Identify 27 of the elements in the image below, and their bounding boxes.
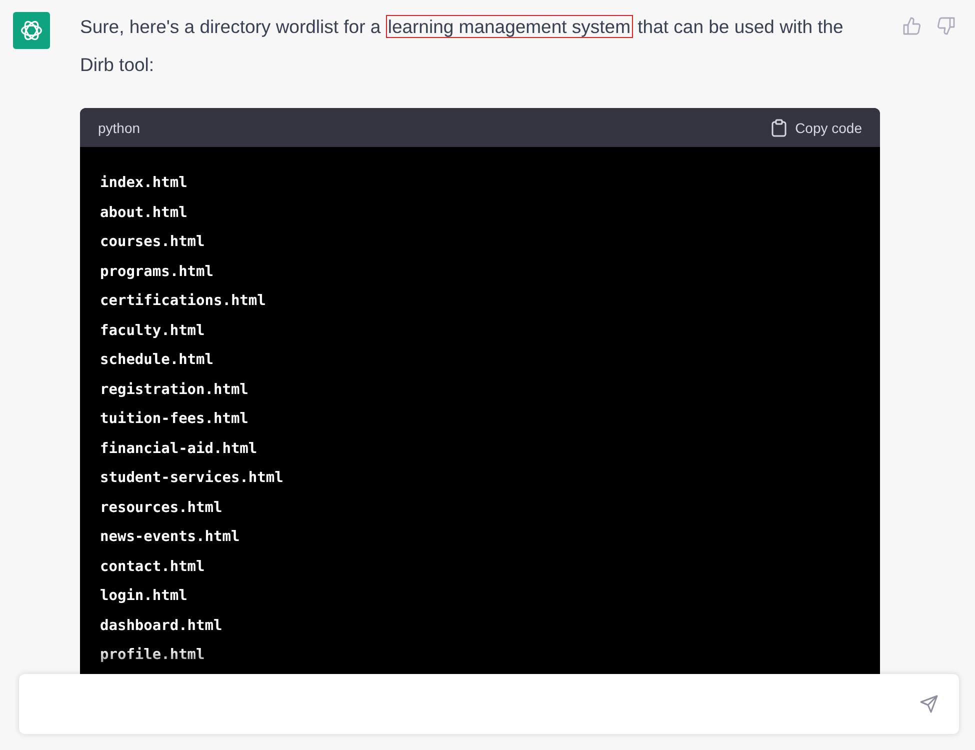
code-line: courses.html [100, 233, 206, 252]
clipboard-icon [771, 118, 788, 136]
code-line: profile.html [100, 646, 206, 665]
code-line: schedule.html [100, 351, 214, 370]
send-icon[interactable] [919, 694, 939, 714]
code-line: resources.html [100, 498, 224, 518]
code-line: student-services.html [100, 469, 284, 488]
code-line: registration.html [100, 380, 250, 400]
assistant-avatar-icon [13, 12, 50, 49]
code-line: index.html [100, 174, 188, 193]
highlight-box: learning management system [386, 15, 633, 38]
copy-code-button[interactable]: Copy code [771, 118, 862, 136]
language-label: python [98, 120, 140, 136]
thumbs-down-icon[interactable] [936, 16, 956, 36]
code-line: programs.html [100, 262, 214, 282]
code-line: certifications.html [100, 292, 267, 311]
code-line: dashboard.html [100, 616, 224, 636]
code-line: login.html [100, 587, 188, 606]
message-text: Sure, here's a directory wordlist for a learning management system that can be used with the Dirb tool: [80, 14, 844, 77]
thumbs-up-icon[interactable] [902, 16, 922, 36]
code-line: tuition-fees.html [100, 410, 250, 429]
message-input-field[interactable] [19, 674, 959, 734]
code-line: contact.html [100, 558, 206, 576]
code-line: financial-aid.html [100, 440, 258, 458]
code-line: faculty.html [100, 322, 206, 340]
code-line: about.html [100, 204, 188, 222]
code-line: news-events.html [100, 528, 241, 547]
